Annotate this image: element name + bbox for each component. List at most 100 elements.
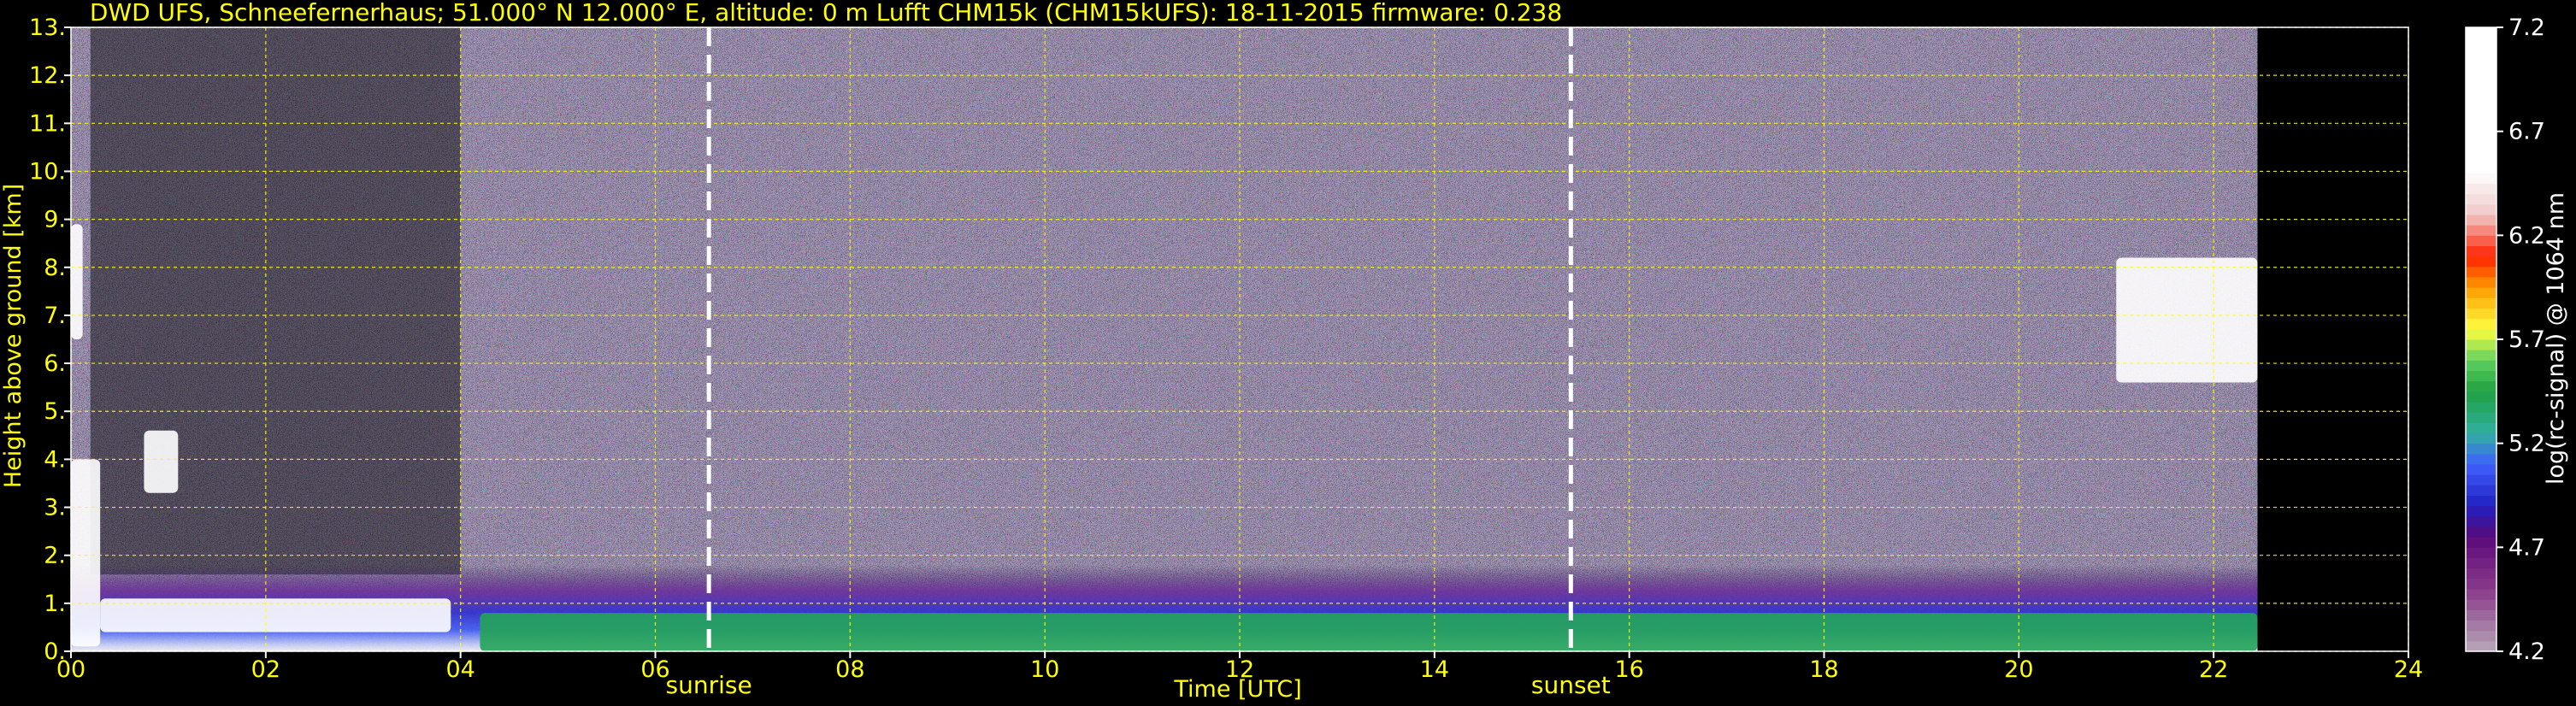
x-tick-label: 06 [640,656,669,683]
x-tick-label: 02 [251,656,280,683]
colorbar-band [2466,537,2496,548]
colorbar-band [2466,141,2496,153]
x-tick-label: 14 [1420,656,1449,683]
clear-sky-region [90,27,461,575]
colorbar-band [2466,422,2496,433]
y-tick-label: 2. [44,543,66,569]
y-tick-label: 5. [44,398,66,425]
layer-1 [480,613,2258,651]
y-tick-label: 0. [44,638,66,665]
x-axis-label: Time [UTC] [1173,676,1301,703]
colorbar-band [2466,183,2496,195]
layer-5 [144,430,179,493]
y-tick-label: 11. [29,110,66,137]
colorbar-band [2466,380,2496,392]
x-tick-label: 10 [1030,656,1059,683]
colorbar-band [2466,568,2496,580]
colorbar-tick-label: 6.2 [2508,222,2545,249]
colorbar-band [2466,640,2496,652]
colorbar-band [2466,79,2496,91]
colorbar-band [2466,48,2496,59]
colorbar-band [2466,225,2496,236]
colorbar-band [2466,412,2496,423]
colorbar-band [2466,318,2496,330]
layer-4 [71,224,83,339]
layer-2 [100,598,451,632]
colorbar-tick-label: 5.2 [2508,431,2545,457]
colorbar-band [2466,453,2496,465]
colorbar-band [2466,58,2496,70]
colorbar-band [2466,464,2496,475]
colorbar-band [2466,277,2496,288]
colorbar-band [2466,173,2496,184]
colorbar-band [2466,38,2496,49]
colorbar-band [2466,287,2496,298]
x-tick-label: 20 [2004,656,2033,683]
plot-area: sunrise sunset00 02 04 06 08 10 12 14 16 18 20 22 240… [29,15,2423,699]
y-tick-label: 9. [44,207,66,233]
colorbar-band [2466,589,2496,600]
annotation-label-sunrise: sunrise [666,671,752,699]
y-tick-label: 7. [44,303,66,329]
colorbar-band [2466,620,2496,632]
y-axis-label: Height above ground [km] [0,184,27,488]
colorbar-band [2466,110,2496,121]
ceilometer-figure: sunrise sunset00 02 04 06 08 10 12 14 16 18 20 22 240… [0,0,2569,703]
colorbar-band [2466,339,2496,350]
colorbar-band [2466,578,2496,590]
colorbar-band [2466,68,2496,80]
colorbar-band [2466,547,2496,558]
colorbar-band [2466,297,2496,309]
colorbar-band [2466,370,2496,382]
colorbar-band [2466,245,2496,257]
colorbar-band [2466,162,2496,174]
colorbar-band [2466,350,2496,361]
y-tick-label: 8. [44,255,66,281]
x-tick-label: 08 [835,656,864,683]
y-tick-label: 13. [29,15,66,41]
y-tick-label: 12. [29,62,66,89]
colorbar-band [2466,27,2496,38]
colorbar-band [2466,266,2496,278]
x-tick-label: 24 [2394,656,2423,683]
colorbar-band [2466,505,2496,517]
colorbar-band [2466,328,2496,340]
layer-3 [71,459,101,647]
y-tick-label: 6. [44,350,66,377]
colorbar-tick-label: 6.7 [2508,119,2545,145]
colorbar-band [2466,131,2496,143]
colorbar-band [2466,432,2496,444]
colorbar-band [2466,527,2496,538]
x-tick-label: 22 [2199,656,2228,683]
colorbar-tick-label: 4.7 [2508,534,2545,561]
colorbar-band [2466,443,2496,455]
colorbar-band [2466,630,2496,642]
colorbar-band [2466,215,2496,226]
colorbar-tick-label: 5.7 [2508,327,2545,353]
y-tick-label: 4. [44,446,66,473]
x-tick-label: 18 [1809,656,1838,683]
colorbar: 4.2 4.7 5.2 5.7 6.2 6.7 7.2 [2465,15,2545,665]
colorbar-band [2466,100,2496,111]
colorbar-label: log(rc-signal) @ 1064 nm [2543,192,2569,485]
x-tick-label: 04 [445,656,475,683]
y-tick-label: 3. [44,495,66,521]
colorbar-band [2466,485,2496,496]
annotation-label-sunset: sunset [1531,671,1611,699]
colorbar-band [2466,515,2496,527]
colorbar-tick-label: 7.2 [2508,15,2545,41]
colorbar-band [2466,203,2496,215]
chart-title: DWD UFS, Schneefernerhaus; 51.000° N 12.… [90,0,1562,26]
x-tick-label: 16 [1614,656,1643,683]
colorbar-band [2466,121,2496,132]
colorbar-band [2466,474,2496,485]
colorbar-band [2466,308,2496,320]
colorbar-band [2466,256,2496,268]
y-tick-label: 1. [44,591,66,617]
colorbar-band [2466,599,2496,610]
y-tick-label: 10. [29,158,66,185]
colorbar-band [2466,609,2496,621]
colorbar-band [2466,360,2496,371]
colorbar-band [2466,495,2496,507]
colorbar-tick-label: 4.2 [2508,638,2545,665]
